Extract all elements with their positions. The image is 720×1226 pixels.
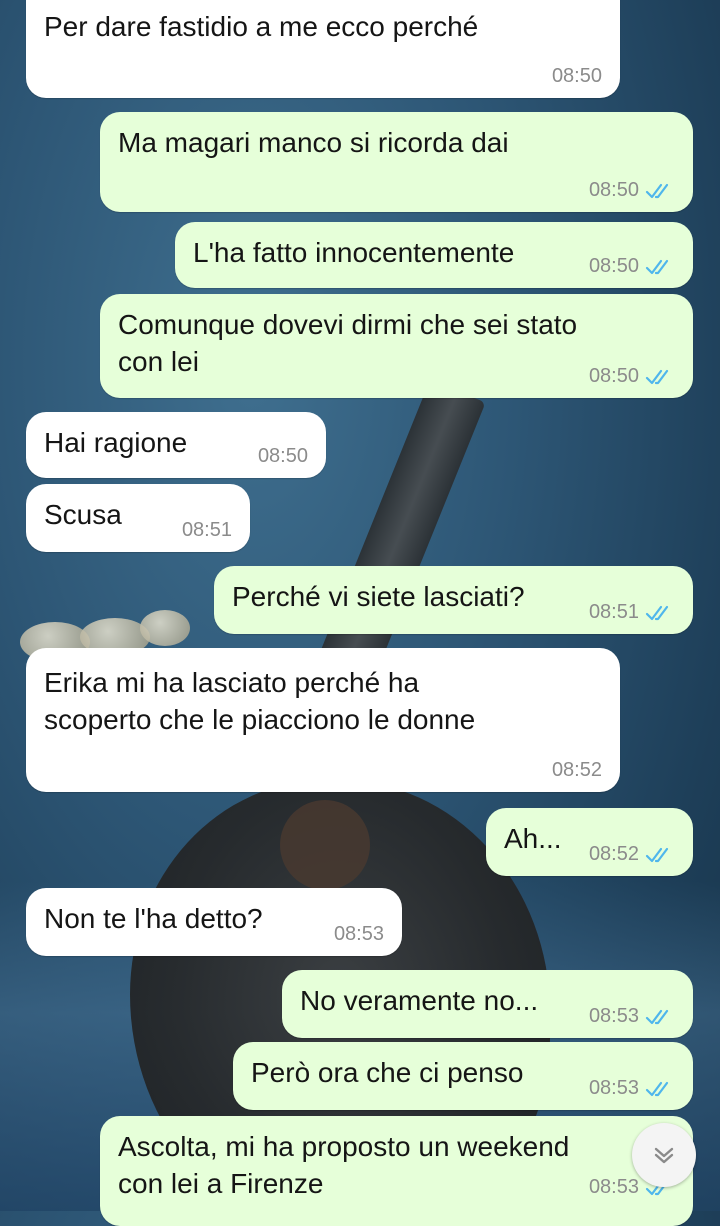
message-bubble-outgoing[interactable]: Però ora che ci penso 08:53 (233, 1042, 693, 1110)
message-text: Ma magari manco si ricorda dai (118, 127, 509, 158)
message-bubble-incoming[interactable]: Hai ragione 08:50 (26, 412, 326, 478)
message-bubble-outgoing[interactable]: Ah... 08:52 (486, 808, 693, 876)
message-bubble-incoming[interactable]: Scusa 08:51 (26, 484, 250, 552)
message-time: 08:52 (551, 759, 602, 781)
message-bubble-outgoing[interactable]: L'ha fatto innocentemente 08:50 (175, 222, 693, 288)
message-time: 08:51 (181, 519, 232, 541)
message-bubble-outgoing[interactable]: No veramente no... 08:53 (282, 970, 693, 1038)
message-time: 08:50 (588, 179, 639, 201)
message-time: 08:50 (551, 65, 602, 87)
message-bubble-incoming[interactable]: Non te l'ha detto? 08:53 (26, 888, 402, 956)
chevron-down-icon (654, 1147, 674, 1164)
message-bubble-outgoing[interactable]: Ascolta, mi ha proposto un weekend con l… (100, 1116, 693, 1226)
double-check-icon (645, 1009, 669, 1024)
message-time: 08:53 (333, 923, 384, 945)
double-check-icon (645, 183, 669, 198)
message-bubble-incoming[interactable]: Per dare fastidio a me ecco perché 08:50 (26, 0, 620, 98)
message-time: 08:50 (588, 255, 639, 277)
message-time: 08:51 (588, 601, 639, 623)
message-bubble-outgoing[interactable]: Ma magari manco si ricorda dai 08:50 (100, 112, 693, 212)
message-time: 08:50 (257, 445, 308, 467)
scroll-to-bottom-button[interactable] (632, 1123, 696, 1187)
double-check-icon (645, 259, 669, 274)
double-check-icon (645, 847, 669, 862)
double-check-icon (645, 1081, 669, 1096)
message-bubble-outgoing[interactable]: Perché vi siete lasciati? 08:51 (214, 566, 693, 634)
message-bubble-outgoing[interactable]: Comunque dovevi dirmi che sei stato con … (100, 294, 693, 398)
message-text: Erika mi ha lasciato perché ha scoperto … (44, 667, 476, 735)
message-time: 08:53 (588, 1176, 639, 1198)
message-bubble-incoming[interactable]: Erika mi ha lasciato perché ha scoperto … (26, 648, 620, 792)
message-time: 08:50 (588, 365, 639, 387)
message-text: Per dare fastidio a me ecco perché (44, 11, 479, 42)
double-check-icon (645, 605, 669, 620)
message-time: 08:52 (588, 843, 639, 865)
double-check-icon (645, 369, 669, 384)
message-time: 08:53 (588, 1077, 639, 1099)
message-time: 08:53 (588, 1005, 639, 1027)
